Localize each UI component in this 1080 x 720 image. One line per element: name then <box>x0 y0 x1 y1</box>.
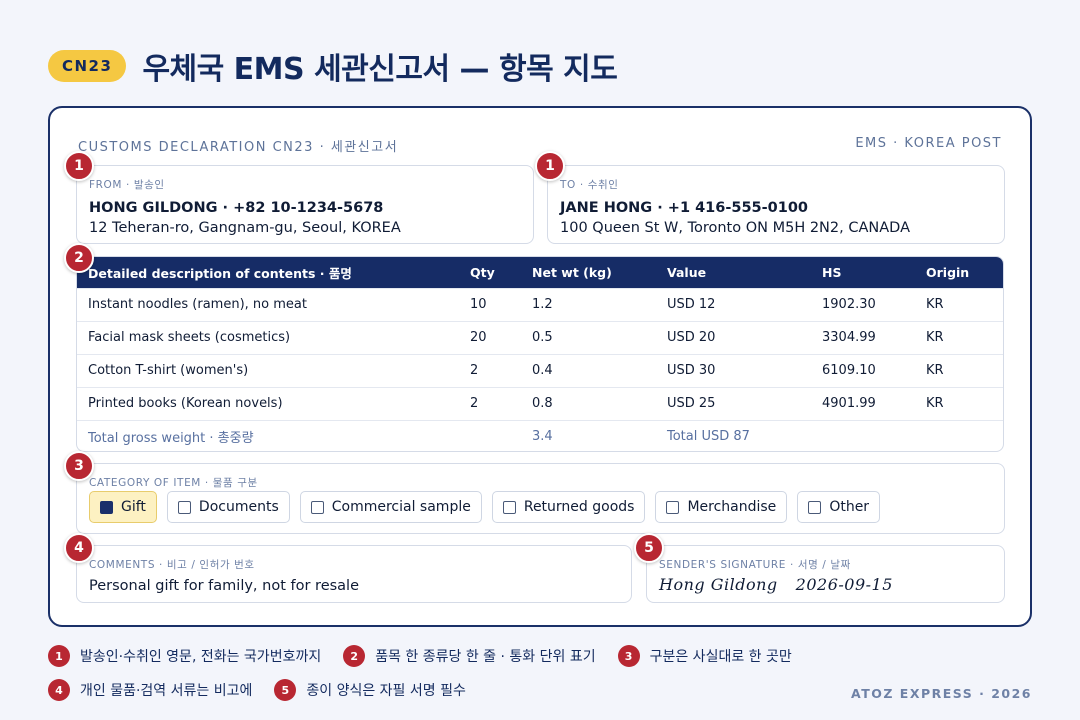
col-hs: HS <box>811 257 915 288</box>
category-commercial-sample-checkbox[interactable]: Commercial sample <box>299 491 482 523</box>
marker-4-comments: 4 <box>64 533 94 563</box>
checkbox-empty-icon <box>666 500 680 514</box>
legend-number: 5 <box>274 679 297 701</box>
checkbox-empty-icon <box>502 500 516 514</box>
legend-item: 4 개인 물품·검역 서류는 비고에 <box>48 679 252 701</box>
cell-value: USD 20 <box>656 320 811 354</box>
form-header-carrier: EMS · KOREA POST <box>855 136 1002 151</box>
comments-box[interactable]: COMMENTS · 비고 / 인허가 번호 Personal gift for… <box>76 545 632 603</box>
cell-hs: 3304.99 <box>811 320 915 354</box>
cell-description: Cotton T-shirt (women's) <box>77 353 459 387</box>
cell-qty: 2 <box>459 386 521 420</box>
comments-label: COMMENTS · 비고 / 인허가 번호 <box>89 559 255 571</box>
legend-item: 1 발송인·수취인 영문, 전화는 국가번호까지 <box>48 645 321 667</box>
checkbox-checked-icon <box>100 500 113 514</box>
col-value: Value <box>656 257 811 288</box>
checkbox-empty-icon <box>310 500 324 514</box>
legend-number: 4 <box>48 679 70 701</box>
legend-item: 2 품목 한 종류당 한 줄 · 통화 단위 표기 <box>343 645 596 667</box>
footer-brand: ATOZ EXPRESS · 2026 <box>851 686 1032 701</box>
marker-5-signature: 5 <box>634 533 664 563</box>
marker-1-sender: 1 <box>64 151 94 181</box>
cell-origin: KR <box>915 353 1003 387</box>
comments-value: Personal gift for family, not for resale <box>89 578 359 594</box>
page-header: CN23 우체국 EMS 세관신고서 — 항목 지도 <box>48 44 618 88</box>
recipient-label: TO · 수취인 <box>560 179 619 191</box>
sender-address: 12 Teheran-ro, Gangnam-gu, Seoul, KOREA <box>89 220 401 236</box>
cell-hs: 4901.99 <box>811 386 915 420</box>
col-origin: Origin <box>915 257 1003 288</box>
col-qty: Qty <box>459 257 521 288</box>
category-options: Gift Documents Commercial sample Returne… <box>89 491 881 523</box>
category-returned-goods-checkbox[interactable]: Returned goods <box>491 491 646 523</box>
table-row[interactable]: Cotton T-shirt (women's) 2 0.4 USD 30 61… <box>77 353 1003 387</box>
cn23-form-card: CUSTOMS DECLARATION CN23 · 세관신고서 EMS · K… <box>48 106 1032 627</box>
cell-net-weight: 0.5 <box>521 320 656 354</box>
form-header: CUSTOMS DECLARATION CN23 · 세관신고서 EMS · K… <box>78 136 1002 155</box>
legend-item: 3 구분은 사실대로 한 곳만 <box>617 645 792 667</box>
total-value: Total USD 87 <box>656 419 811 451</box>
col-net-weight: Net wt (kg) <box>521 257 656 288</box>
cell-net-weight: 1.2 <box>521 287 656 321</box>
legend-number: 1 <box>48 645 70 667</box>
cell-qty: 20 <box>459 320 521 354</box>
recipient-address: 100 Queen St W, Toronto ON M5H 2N2, CANA… <box>560 220 910 236</box>
legend-item: 5 종이 양식은 자필 서명 필수 <box>274 679 466 701</box>
legend-number: 2 <box>343 645 366 667</box>
category-box: CATEGORY OF ITEM · 물품 구분 Gift Documents … <box>76 463 1005 534</box>
table-row[interactable]: Facial mask sheets (cosmetics) 20 0.5 US… <box>77 320 1003 354</box>
cell-origin: KR <box>915 386 1003 420</box>
signature-box[interactable]: SENDER'S SIGNATURE · 서명 / 날짜 Hong Gildon… <box>646 545 1005 603</box>
marker-1-recipient: 1 <box>535 151 565 181</box>
cell-net-weight: 0.4 <box>521 353 656 387</box>
cell-value: USD 30 <box>656 353 811 387</box>
cell-net-weight: 0.8 <box>521 386 656 420</box>
cell-qty: 2 <box>459 353 521 387</box>
cell-hs: 1902.30 <box>811 287 915 321</box>
table-total-row: Total gross weight · 총중량 3.4 Total USD 8… <box>77 419 1003 451</box>
sender-name-phone: HONG GILDONG · +82 10-1234-5678 <box>89 200 384 216</box>
category-label: CATEGORY OF ITEM · 물품 구분 <box>89 477 258 489</box>
sender-label: FROM · 발송인 <box>89 179 165 191</box>
legend-row-2: 4 개인 물품·검역 서류는 비고에 5 종이 양식은 자필 서명 필수 <box>48 679 488 701</box>
category-other-checkbox[interactable]: Other <box>797 491 881 523</box>
col-description: Detailed description of contents · 품명 <box>77 257 459 288</box>
total-weight-label: Total gross weight · 총중량 <box>77 419 459 451</box>
recipient-box[interactable]: TO · 수취인 JANE HONG · +1 416-555-0100 100… <box>547 165 1005 244</box>
category-gift-checkbox[interactable]: Gift <box>89 491 157 523</box>
cell-qty: 10 <box>459 287 521 321</box>
table-header-row: Detailed description of contents · 품명 Qt… <box>77 257 1003 288</box>
marker-3-category: 3 <box>64 451 94 481</box>
cell-description: Printed books (Korean novels) <box>77 386 459 420</box>
page-title: 우체국 EMS 세관신고서 — 항목 지도 <box>142 52 618 87</box>
signature-label: SENDER'S SIGNATURE · 서명 / 날짜 <box>659 559 851 571</box>
sender-box[interactable]: FROM · 발송인 HONG GILDONG · +82 10-1234-56… <box>76 165 534 244</box>
signature-name: Hong Gildong <box>659 575 778 594</box>
cell-description: Instant noodles (ramen), no meat <box>77 287 459 321</box>
form-code-badge: CN23 <box>48 50 127 82</box>
legend-number: 3 <box>617 645 640 667</box>
form-header-title: CUSTOMS DECLARATION CN23 · 세관신고서 <box>78 140 399 155</box>
cell-description: Facial mask sheets (cosmetics) <box>77 320 459 354</box>
checkbox-empty-icon <box>177 500 191 514</box>
contents-table: Detailed description of contents · 품명 Qt… <box>76 256 1004 452</box>
cell-value: USD 25 <box>656 386 811 420</box>
legend-row-1: 1 발송인·수취인 영문, 전화는 국가번호까지 2 품목 한 종류당 한 줄 … <box>48 645 814 667</box>
checkbox-empty-icon <box>808 500 822 514</box>
recipient-name-phone: JANE HONG · +1 416-555-0100 <box>560 200 809 216</box>
table-row[interactable]: Instant noodles (ramen), no meat 10 1.2 … <box>77 287 1003 321</box>
cell-value: USD 12 <box>656 287 811 321</box>
total-weight-value: 3.4 <box>521 419 656 451</box>
signature-date: 2026-09-15 <box>795 575 893 594</box>
table-row[interactable]: Printed books (Korean novels) 2 0.8 USD … <box>77 386 1003 420</box>
category-documents-checkbox[interactable]: Documents <box>166 491 290 523</box>
cell-origin: KR <box>915 287 1003 321</box>
cell-hs: 6109.10 <box>811 353 915 387</box>
cell-origin: KR <box>915 320 1003 354</box>
marker-2-contents: 2 <box>64 243 94 273</box>
category-merchandise-checkbox[interactable]: Merchandise <box>655 491 788 523</box>
